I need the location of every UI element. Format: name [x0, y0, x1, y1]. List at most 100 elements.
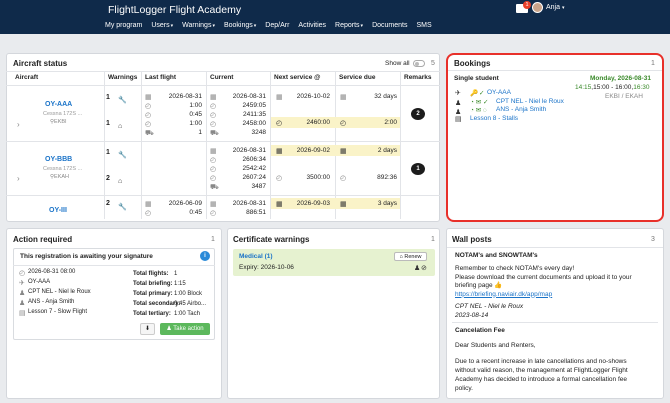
card-divider [13, 265, 215, 266]
nav-dep-arr[interactable]: Dep/Arr [265, 22, 289, 29]
calendar-icon: ▦ [276, 94, 283, 101]
nav-reports-label: Reports [335, 22, 360, 29]
calendar-icon: ▦ [210, 148, 217, 155]
post-text: Please download the current documents an… [455, 273, 632, 281]
nav-warnings-label: Warnings [182, 22, 212, 29]
info-icon[interactable]: i [200, 251, 210, 261]
col-last-flight: Last flight [145, 74, 177, 81]
service-due-hours: 2:00 [384, 119, 397, 126]
certificate-warnings-count: 1 [431, 236, 435, 243]
remarks-badge[interactable]: 2 [411, 108, 425, 120]
time-range: ,15:00 - 16:00, [591, 84, 634, 91]
bookings-title: Bookings [454, 59, 491, 68]
user-name: Anja [546, 4, 561, 11]
post-meta: CPT NEL - Niel le Roux 2023-08-14 [455, 303, 523, 320]
warning-count: 1 [106, 94, 110, 101]
row-divider [6, 141, 440, 142]
nav-sms[interactable]: SMS [416, 22, 431, 29]
main-nav: My program Users▾ Warnings▾ Bookings▾ De… [105, 22, 432, 29]
next-service-hours: 2460:00 [306, 119, 331, 126]
post-date: 2023-08-14 [455, 311, 489, 319]
landing-icon: ⛟ [145, 130, 154, 137]
col-next-service: Next service @ [274, 74, 321, 81]
renew-label: Renew [404, 254, 422, 260]
nav-activities[interactable]: Activities [298, 22, 326, 29]
booking-instructor[interactable]: CPT NEL - Niel le Roux [496, 98, 564, 105]
calendar-icon: ▦ [340, 148, 347, 155]
wrench-icon[interactable]: 🔧 [118, 151, 127, 159]
hangar-icon[interactable]: ⌂ [118, 123, 122, 130]
download-icon[interactable]: ⬇ [140, 323, 155, 335]
base-location: ⚲EKAH [50, 174, 69, 180]
booking-date: Monday, 2026-08-31 [590, 75, 651, 82]
booking-aircraft[interactable]: OY-AAA [487, 89, 511, 96]
last-flight-time: 0:45 [189, 209, 202, 216]
clock-icon: ◴ [210, 103, 217, 110]
nav-my-program[interactable]: My program [105, 22, 142, 29]
nav-warnings[interactable]: Warnings▾ [182, 22, 215, 29]
last-flight-date: 2026-08-31 [168, 93, 202, 100]
next-service-date: 2026-10-02 [296, 93, 330, 100]
service-due-days: 32 days [374, 93, 397, 100]
brand-title[interactable]: FlightLogger Flight Academy [108, 4, 241, 16]
booking-route: EKBI / EKAH [605, 93, 643, 100]
chevron-down-icon: ▾ [212, 23, 215, 29]
booking-lesson[interactable]: Lesson 8 - Stalls [470, 115, 518, 122]
hangar-icon[interactable]: ⌂ [118, 178, 122, 185]
wrench-icon[interactable]: 🔧 [118, 96, 127, 104]
chevron-right-icon[interactable]: › [17, 120, 20, 129]
last-flight-date: 2026-06-09 [168, 200, 202, 207]
take-action-button[interactable]: ♟ Take action [160, 323, 210, 335]
table-divider [6, 71, 440, 72]
nav-bookings-label: Bookings [223, 22, 253, 29]
post-link[interactable]: https://briefing.naviair.dk/app/map [455, 291, 632, 300]
ban-icon[interactable]: ⊘ [421, 264, 427, 272]
post-body: Due to a recent increase in late cancell… [455, 357, 628, 393]
post-title: Cancelation Fee [455, 327, 505, 334]
nav-reports[interactable]: Reports▾ [335, 22, 363, 29]
remarks-badge[interactable]: 1 [411, 163, 425, 175]
clock-icon: ◴ [210, 121, 217, 128]
certificate-name[interactable]: Medical (1) [239, 253, 273, 260]
user-menu[interactable]: Anja ▾ [546, 4, 564, 11]
panel-divider [447, 247, 663, 248]
col-divider [141, 71, 142, 219]
nav-users[interactable]: Users▾ [151, 22, 173, 29]
last-flight-time: 0:45 [189, 111, 202, 118]
next-service-date: 2026-09-02 [296, 147, 330, 154]
post-author: CPT NEL - Niel le Roux [455, 303, 524, 310]
clock-icon: ◴ [210, 112, 217, 119]
nav-users-label: Users [151, 22, 170, 29]
mail-badge: 1 [523, 1, 531, 9]
current-value: 2607:24 [242, 174, 267, 181]
show-all-toggle[interactable] [413, 60, 425, 67]
person-icon: ♟ [455, 100, 462, 107]
nav-documents[interactable]: Documents [372, 22, 407, 29]
certificate-expiry: Expiry: 2026-10-06 [239, 264, 294, 271]
certificate-warnings-title: Certificate warnings [233, 235, 310, 244]
renew-button[interactable]: ⌂ Renew [394, 252, 427, 261]
calendar-icon: ▦ [210, 94, 217, 101]
calendar-icon: ▦ [340, 94, 347, 101]
reg-aircraft: OY-AAA [28, 279, 51, 285]
booking-student[interactable]: ANS - Anja Smith [496, 106, 546, 113]
calendar-icon: ▦ [145, 94, 152, 101]
calendar-icon: ▦ [145, 201, 152, 208]
last-flight-time: 1:00 [189, 102, 202, 109]
current-date: 2026-08-31 [232, 200, 266, 207]
wrench-icon[interactable]: 🔧 [118, 203, 127, 211]
clock-icon: ◴ [210, 210, 217, 217]
current-value: 2458:00 [242, 120, 267, 127]
nav-bookings[interactable]: Bookings▾ [224, 22, 256, 29]
aircraft-reg[interactable]: OY-AAA [45, 101, 72, 108]
total-value: 1:15 [174, 281, 186, 287]
col-remarks: Remarks [404, 74, 432, 81]
current-value: 886:51 [246, 209, 266, 216]
bookings-count: 1 [651, 60, 655, 67]
chevron-right-icon[interactable]: › [17, 174, 20, 183]
booking-time: 14:15,15:00 - 16:00,16:30 [575, 84, 649, 91]
aircraft-reg[interactable]: OY-BBB [45, 156, 72, 163]
avatar[interactable] [532, 2, 543, 13]
aircraft-reg[interactable]: OY-III [49, 207, 67, 214]
current-value: 2542:42 [242, 165, 267, 172]
